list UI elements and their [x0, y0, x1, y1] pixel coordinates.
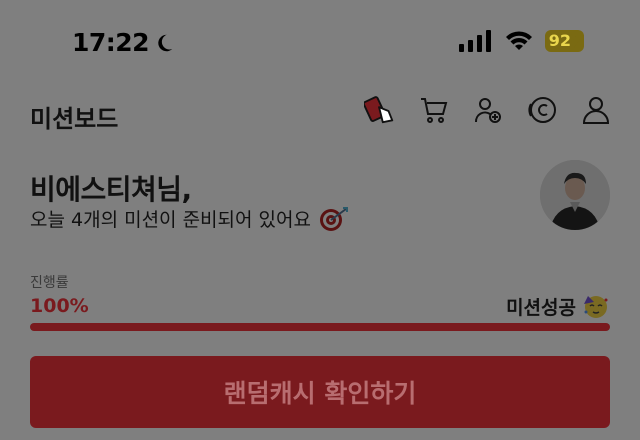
- progress-label: 진행률: [30, 275, 69, 291]
- random-cash-button[interactable]: 랜덤캐시 확인하기: [30, 356, 610, 428]
- charging-bolt-icon: [572, 34, 580, 48]
- header-actions: [364, 94, 612, 126]
- greeting-name: 비에스티쳐님,: [30, 173, 192, 206]
- page-title: 미션보드: [30, 105, 119, 133]
- greeting-subtitle-text: 오늘 4개의 미션이 준비되어 있어요: [30, 209, 311, 231]
- coin-icon[interactable]: [526, 94, 558, 126]
- battery-indicator: 92: [544, 30, 584, 52]
- party-face-icon: [584, 296, 608, 318]
- progress-bar-fill: [30, 323, 610, 331]
- cart-icon[interactable]: [418, 94, 450, 126]
- moon-icon: [158, 34, 173, 51]
- greeting-subtitle: 오늘 4개의 미션이 준비되어 있어요: [30, 205, 349, 232]
- mission-card-icon[interactable]: [364, 94, 396, 126]
- avatar[interactable]: [540, 160, 610, 230]
- status-indicators: 92: [458, 30, 584, 52]
- signal-icon: [458, 30, 491, 52]
- mission-status: 미션성공: [506, 292, 610, 320]
- battery-level: 92: [548, 31, 571, 50]
- profile-icon[interactable]: [580, 94, 612, 126]
- mission-board-screen: 17:22 92 미션보드 비에스티쳐님, 오늘 4개의 미션이 준비되어 있어…: [0, 0, 640, 440]
- wifi-icon: [505, 31, 532, 50]
- add-user-icon[interactable]: [472, 94, 504, 126]
- status-time: 17:22: [72, 28, 175, 57]
- mission-status-text: 미션성공: [506, 296, 576, 319]
- progress-value: 100%: [30, 295, 89, 317]
- progress-bar: [30, 323, 610, 331]
- status-time-text: 17:22: [72, 28, 150, 57]
- dart-target-icon: [319, 206, 348, 231]
